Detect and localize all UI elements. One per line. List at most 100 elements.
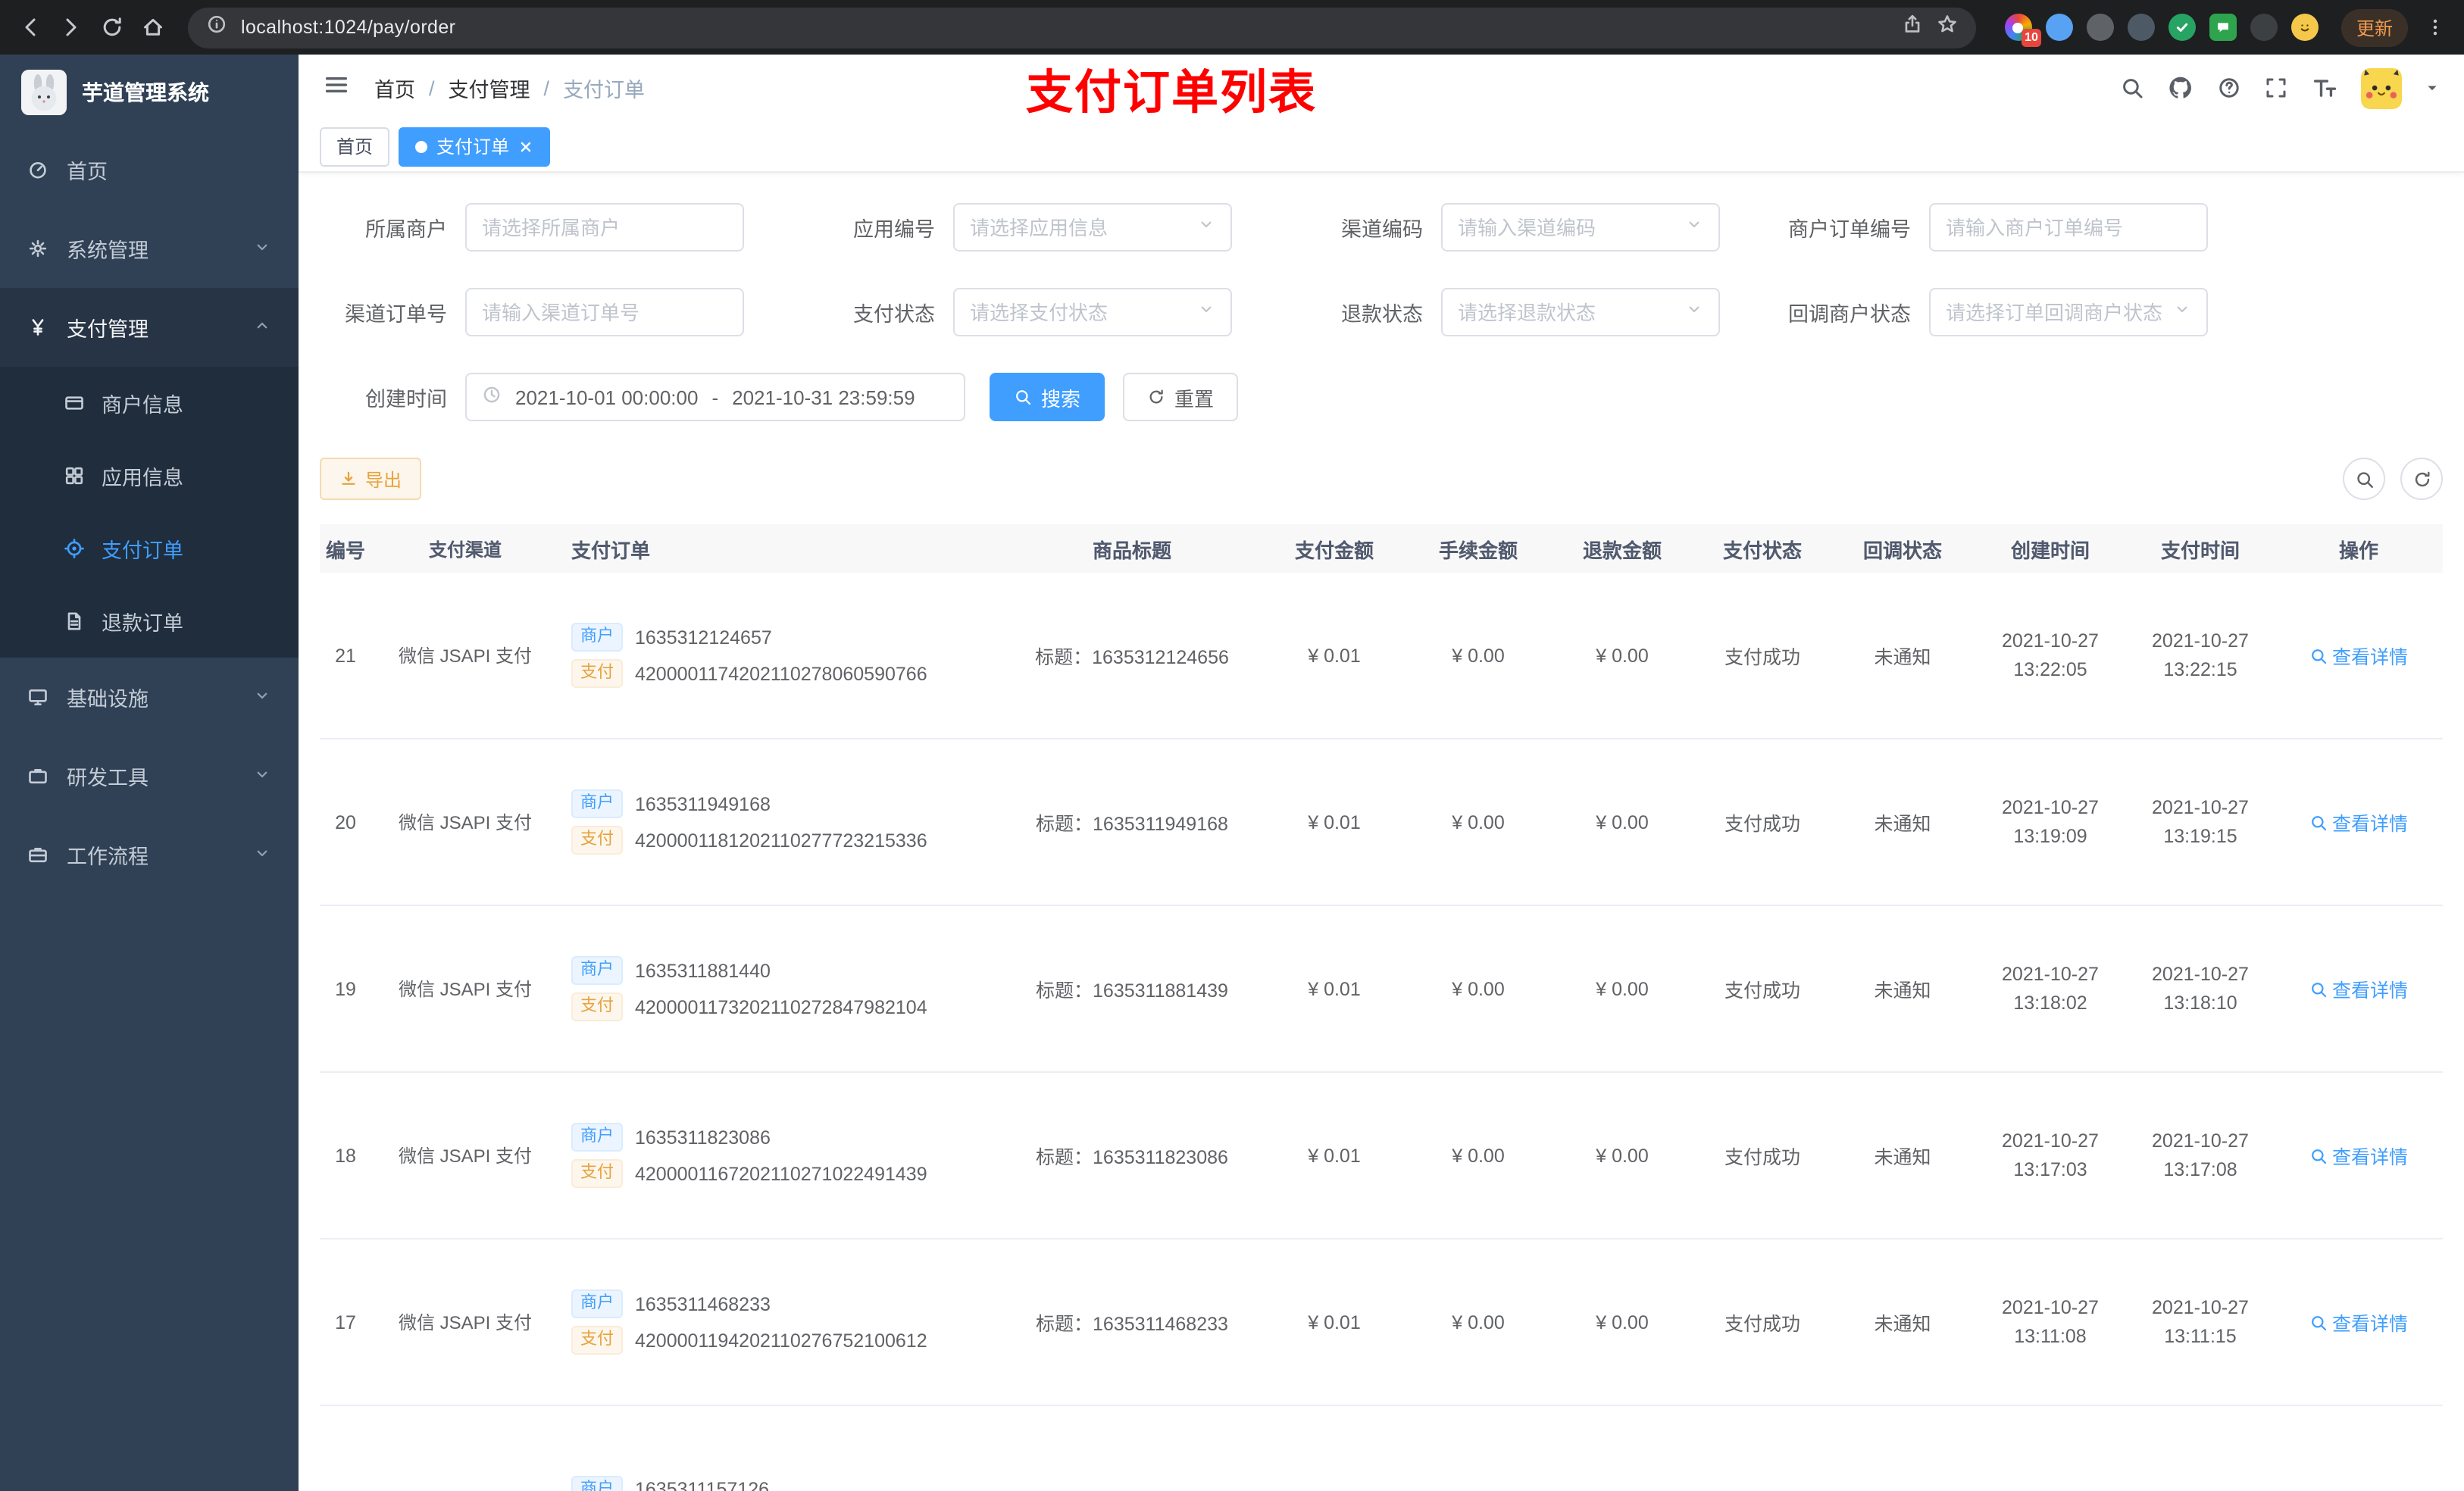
fullscreen-icon[interactable]: [2264, 76, 2288, 100]
pay-badge: 支付: [571, 992, 623, 1021]
merchant-input[interactable]: [482, 216, 727, 239]
extension-chat-icon[interactable]: [2209, 14, 2237, 41]
search-icon: [2312, 1315, 2327, 1330]
sidebar-item-merchant-info[interactable]: 商户信息: [0, 367, 299, 439]
merchant-badge: 商户: [571, 1289, 623, 1318]
app-select[interactable]: [953, 203, 1232, 252]
refund-status-select[interactable]: [1441, 288, 1720, 336]
sidebar-item-label: 支付管理: [67, 318, 149, 341]
breadcrumb-separator: /: [543, 77, 550, 99]
breadcrumb-home[interactable]: 首页: [374, 73, 415, 103]
extensions-area: 10: [2004, 14, 2319, 47]
date-separator: -: [711, 386, 719, 408]
breadcrumb-payment[interactable]: 支付管理: [449, 73, 530, 103]
refresh-table-button[interactable]: [2400, 458, 2443, 500]
workflow-icon: [29, 847, 47, 863]
avatar[interactable]: [2361, 67, 2402, 108]
refresh-icon: [1149, 389, 1163, 404]
view-detail-link[interactable]: 查看详情: [2309, 974, 2408, 1003]
pay-status-input[interactable]: [970, 301, 1194, 324]
view-detail-link[interactable]: 查看详情: [2309, 808, 2408, 836]
site-info-icon[interactable]: [206, 13, 227, 42]
view-detail-link[interactable]: 查看详情: [2309, 1141, 2408, 1170]
date-range-picker[interactable]: 2021-10-01 00:00:00 - 2021-10-31 23:59:5…: [465, 373, 965, 421]
search-icon[interactable]: [2120, 76, 2144, 100]
notify-status-select[interactable]: [1929, 288, 2208, 336]
share-icon[interactable]: [1902, 13, 1923, 42]
browser-back-icon[interactable]: [18, 15, 42, 39]
browser-forward-icon[interactable]: [59, 15, 83, 39]
app-input[interactable]: [970, 216, 1194, 239]
credit-card-icon: [65, 396, 83, 410]
sidebar-item-payment[interactable]: 支付管理: [0, 288, 299, 367]
aim-icon: [64, 539, 84, 558]
gear-icon: [29, 239, 47, 258]
sidebar-item-refund-order[interactable]: 退款订单: [0, 585, 299, 658]
sidebar-item-label: 支付订单: [102, 539, 183, 562]
monitor-icon: [29, 689, 47, 705]
channel-order-no-input[interactable]: [482, 301, 727, 324]
orders-table: 编号 支付渠道 支付订单 商品标题 支付金额 手续金额 退款金额 支付状态 回调…: [320, 524, 2443, 1491]
hamburger-icon[interactable]: [323, 70, 350, 105]
browser-menu-kebab-icon[interactable]: [2425, 17, 2446, 38]
close-icon[interactable]: [518, 139, 533, 154]
sidebar-item-workflow[interactable]: 工作流程: [0, 815, 299, 894]
extension-colorful-icon[interactable]: 10: [2004, 14, 2041, 47]
page-content: 所属商户 应用编号 渠道编码 商户订单编号: [299, 173, 2464, 1491]
sidebar-item-pay-order[interactable]: 支付订单: [0, 512, 299, 585]
merchant-order-no-field[interactable]: [1929, 203, 2208, 252]
address-bar[interactable]: localhost:1024/pay/order: [188, 7, 1976, 48]
sidebar: 芋道管理系统 首页 系统管理 支付管理 商户信息 应用信息 支付订单 退款订单 …: [0, 55, 299, 1491]
reset-button[interactable]: 重置: [1123, 373, 1239, 421]
extension-drop-icon[interactable]: [2045, 14, 2073, 41]
filter-label-merchant-order-no: 商户订单编号: [1788, 218, 1911, 241]
toggle-search-button[interactable]: [2343, 458, 2385, 500]
help-icon[interactable]: [2217, 76, 2241, 100]
table-tools: [2343, 458, 2443, 500]
extension-circle2-icon[interactable]: [2127, 14, 2155, 41]
pay-status-select[interactable]: [953, 288, 1232, 336]
view-detail-link[interactable]: 查看详情: [2309, 641, 2408, 670]
sidebar-item-dev-tools[interactable]: 研发工具: [0, 736, 299, 815]
tab-pay-order[interactable]: 支付订单: [399, 127, 551, 166]
extension-pin-icon[interactable]: [2250, 14, 2278, 41]
merchant-badge: 商户: [571, 623, 623, 652]
tab-home[interactable]: 首页: [320, 127, 390, 166]
sidebar-item-infrastructure[interactable]: 基础设施: [0, 658, 299, 736]
extension-circle-icon[interactable]: [2086, 14, 2114, 41]
merchant-order-no-input[interactable]: [1946, 216, 2191, 239]
filter-label-notify-status: 回调商户状态: [1788, 303, 1911, 326]
view-detail-link[interactable]: 查看详情: [2309, 1308, 2408, 1336]
column-header-channel: 支付渠道: [428, 539, 502, 560]
reset-button-label: 重置: [1174, 387, 1215, 410]
clock-icon: [482, 385, 502, 409]
github-icon[interactable]: [2167, 74, 2194, 102]
sidebar-item-app-info[interactable]: 应用信息: [0, 439, 299, 512]
sidebar-item-label: 工作流程: [67, 846, 149, 868]
channel-code-input[interactable]: [1458, 216, 1682, 239]
browser-home-icon[interactable]: [141, 15, 165, 39]
channel-order-no-field[interactable]: [465, 288, 744, 336]
bookmark-star-icon[interactable]: [1937, 13, 1958, 42]
font-size-icon[interactable]: [2311, 74, 2338, 102]
sidebar-item-system[interactable]: 系统管理: [0, 209, 299, 288]
refund-status-input[interactable]: [1458, 301, 1682, 324]
extension-smiley-icon[interactable]: [2290, 14, 2319, 41]
notify-status-input[interactable]: [1946, 301, 2170, 324]
search-button[interactable]: 搜索: [990, 373, 1105, 421]
browser-update-button[interactable]: 更新: [2340, 8, 2408, 46]
channel-code-select[interactable]: [1441, 203, 1720, 252]
sidebar-item-home[interactable]: 首页: [0, 130, 299, 209]
extension-check-icon[interactable]: [2168, 14, 2196, 41]
caret-down-icon[interactable]: [2425, 80, 2440, 95]
browser-reload-icon[interactable]: [100, 15, 124, 39]
column-header-notify: 回调状态: [1862, 539, 1942, 561]
app-title: 芋道管理系统: [82, 80, 209, 105]
export-button[interactable]: 导出: [320, 458, 422, 500]
grid-icon: [65, 467, 83, 485]
filter-label-channel-order-no: 渠道订单号: [345, 303, 447, 326]
column-header-pay-time: 支付时间: [2160, 539, 2240, 561]
search-icon: [2312, 982, 2327, 997]
merchant-select[interactable]: [465, 203, 744, 252]
tab-label: 首页: [336, 136, 374, 158]
